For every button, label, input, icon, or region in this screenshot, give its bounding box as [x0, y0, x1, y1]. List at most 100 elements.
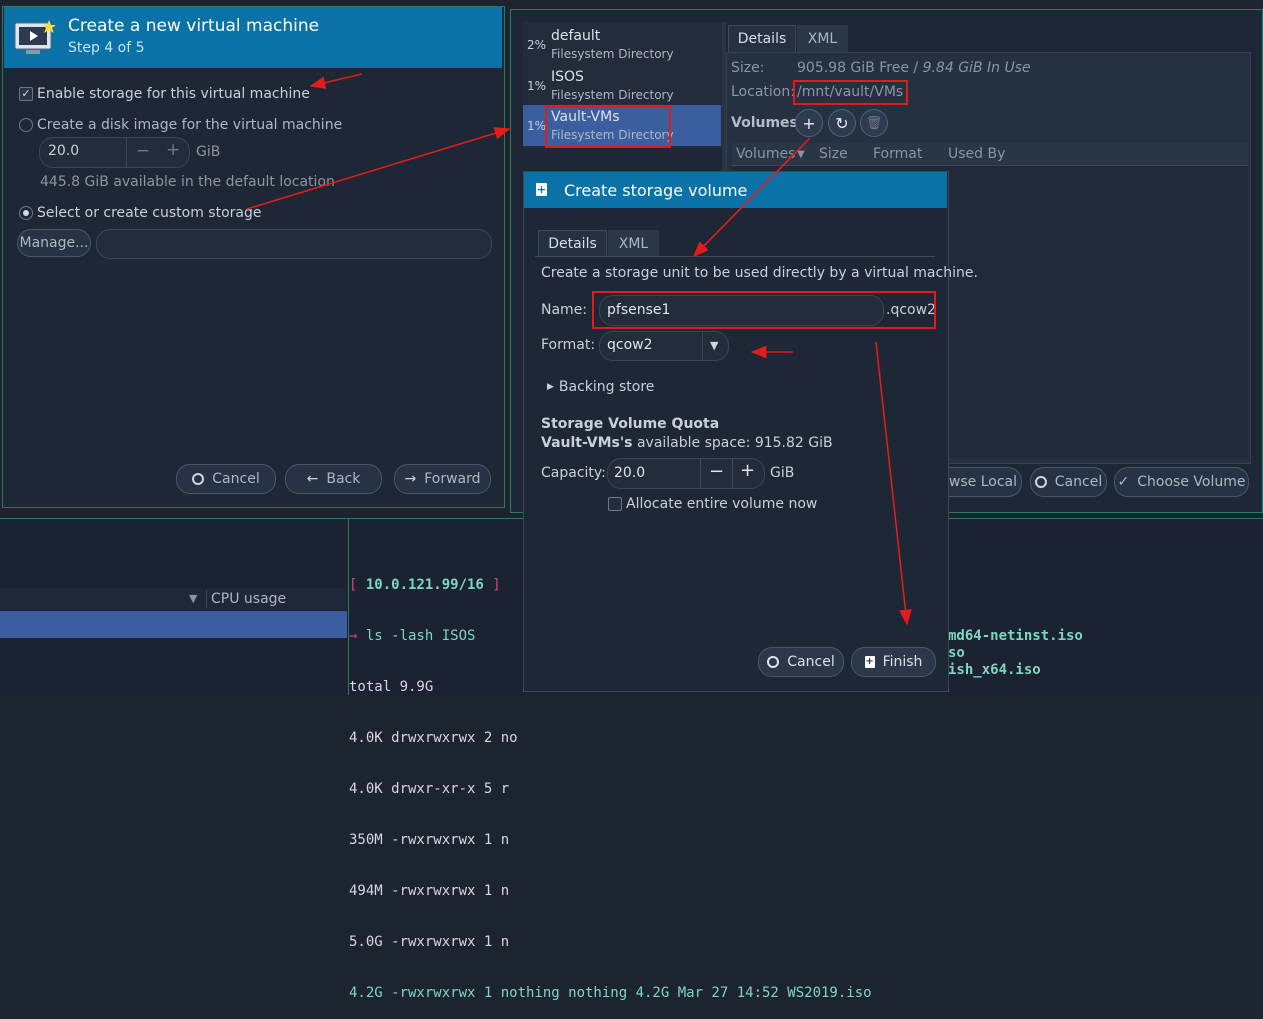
plus-icon[interactable]: +	[166, 140, 180, 160]
backing-store-expander[interactable]: ▶ Backing store	[547, 379, 654, 395]
dialog-tab-xml[interactable]: XML	[608, 230, 659, 257]
dialog-title: Create storage volume	[564, 181, 748, 200]
chevron-down-icon[interactable]: ▼	[189, 592, 197, 605]
browser-cancel-button[interactable]: Cancel	[1030, 467, 1107, 497]
wizard-cancel-button[interactable]: Cancel	[176, 464, 276, 494]
format-label: Format:	[541, 337, 596, 353]
cancel-icon	[767, 656, 780, 668]
tab-xml-label: XML	[807, 30, 838, 47]
create-disk-label: Create a disk image for the virtual mach…	[37, 117, 343, 133]
disk-size-unit: GiB	[196, 144, 221, 160]
allocate-checkbox[interactable]: Allocate entire volume now	[608, 496, 817, 512]
choose-volume-label: Choose Volume	[1137, 474, 1246, 490]
plus-icon[interactable]: +	[740, 460, 755, 481]
quota-text: Vault-VMs's available space: 915.82 GiB	[541, 435, 833, 451]
column-size[interactable]: Size	[819, 146, 848, 162]
choose-volume-button[interactable]: ✓ Choose Volume	[1114, 467, 1249, 497]
pool-type: Filesystem Directory	[551, 88, 674, 102]
command-text: ls -lash ISOS	[365, 628, 476, 644]
new-document-icon: +	[536, 183, 547, 196]
allocate-label: Allocate entire volume now	[626, 496, 818, 512]
capacity-value: 20.0	[614, 465, 646, 481]
column-format[interactable]: Format	[873, 146, 922, 162]
enable-storage-checkbox[interactable]: ✓ Enable storage for this virtual machin…	[19, 86, 310, 102]
minus-icon[interactable]: −	[709, 461, 724, 482]
minus-icon[interactable]: −	[136, 141, 150, 161]
back-label: Back	[326, 471, 361, 487]
pool-name: default	[551, 28, 601, 44]
checkmark-icon: ✓	[1117, 474, 1130, 490]
trash-icon: 🗑	[865, 115, 883, 131]
spinner-divider	[732, 459, 733, 488]
size-value: 905.98 GiB Free / 9.84 GiB In Use	[797, 60, 1031, 76]
tab-details-label: Details	[548, 236, 597, 252]
terminal-line: 4.0K drwxrwxrwx 2 no	[349, 730, 518, 746]
spinner-divider	[126, 138, 127, 167]
terminal-line: 4.0K drwxr-xr-x 5 r	[349, 781, 510, 797]
capacity-unit: GiB	[770, 465, 795, 481]
tab-details[interactable]: Details	[728, 25, 796, 52]
refresh-button[interactable]: ↻	[828, 109, 856, 137]
forward-label: Forward	[424, 471, 481, 487]
pool-item-isos[interactable]: 1% ISOS Filesystem Directory	[523, 65, 721, 105]
manage-button[interactable]: Manage...	[17, 229, 91, 257]
pool-usage: 1%	[527, 119, 547, 133]
pool-name: ISOS	[551, 69, 584, 85]
refresh-icon: ↻	[835, 113, 849, 133]
cancel-label: Cancel	[212, 471, 260, 487]
create-disk-radio[interactable]: Create a disk image for the virtual mach…	[19, 117, 342, 133]
dropdown-divider	[702, 332, 703, 360]
column-used-by[interactable]: Used By	[948, 146, 1005, 162]
quota-available: available space: 915.82 GiB	[632, 435, 833, 451]
terminal-line: 494M -rwxrwxrwx 1 n	[349, 883, 510, 899]
custom-storage-radio[interactable]: Select or create custom storage	[19, 205, 262, 221]
add-volume-button[interactable]: +	[795, 109, 823, 137]
pool-usage: 2%	[527, 38, 547, 52]
pool-usage: 1%	[527, 79, 547, 93]
chevron-down-icon[interactable]: ▼	[710, 339, 718, 352]
annotation-highlight	[592, 291, 936, 329]
enable-storage-label: Enable storage for this virtual machine	[37, 86, 310, 102]
delete-volume-button[interactable]: 🗑	[860, 109, 888, 137]
column-volumes[interactable]: Volumes	[736, 146, 795, 162]
radio-selected-icon[interactable]	[19, 206, 33, 220]
location-label: Location:	[731, 84, 795, 100]
size-label: Size:	[731, 60, 765, 76]
browse-local-label: owse Local	[940, 474, 1017, 490]
dialog-header: + Create storage volume	[524, 172, 947, 208]
format-dropdown[interactable]: qcow2 ▼	[599, 331, 729, 361]
terminal-line: 4.2G -rwxrwxrwx 1 nothing nothing 4.2G M…	[349, 985, 872, 1001]
capacity-spinner[interactable]: 20.0 − +	[607, 458, 765, 489]
dialog-tab-details[interactable]: Details	[538, 230, 607, 257]
radio-icon[interactable]	[19, 118, 33, 132]
cancel-label: Cancel	[1054, 474, 1103, 490]
new-document-icon: +	[864, 656, 875, 668]
finish-button[interactable]: + Finish	[851, 647, 936, 677]
terminal-line: 350M -rwxrwxrwx 1 n	[349, 832, 510, 848]
monitor-selected-row[interactable]	[0, 611, 347, 638]
arrow-left-icon: ←	[306, 471, 319, 487]
capacity-label: Capacity:	[541, 465, 606, 481]
quota-heading: Storage Volume Quota	[541, 416, 720, 432]
pool-item-default[interactable]: 2% default Filesystem Directory	[523, 24, 721, 64]
cpu-usage-column[interactable]: CPU usage	[211, 591, 286, 607]
custom-storage-label: Select or create custom storage	[37, 205, 262, 221]
annotation-highlight	[793, 80, 908, 105]
quota-pool-name: Vault-VMs's	[541, 435, 633, 451]
size-separator: /	[908, 60, 923, 76]
size-free: 905.98 GiB Free	[797, 60, 909, 76]
disk-size-spinner[interactable]: 20.0 − +	[39, 137, 190, 168]
wizard-back-button[interactable]: ← Back	[285, 464, 382, 494]
checkmark-icon[interactable]: ✓	[19, 87, 33, 101]
checkbox-icon[interactable]	[608, 497, 622, 511]
tab-xml[interactable]: XML	[797, 25, 848, 52]
custom-storage-path-input[interactable]	[96, 229, 492, 259]
virtual-machine-icon	[14, 20, 56, 54]
annotation-highlight	[545, 106, 671, 148]
wizard-forward-button[interactable]: → Forward	[394, 464, 491, 494]
dialog-cancel-button[interactable]: Cancel	[758, 647, 844, 677]
monitor-header	[0, 588, 347, 610]
volumes-label: Volumes	[731, 115, 798, 131]
cancel-icon	[192, 473, 205, 485]
manage-label: Manage...	[19, 235, 89, 251]
